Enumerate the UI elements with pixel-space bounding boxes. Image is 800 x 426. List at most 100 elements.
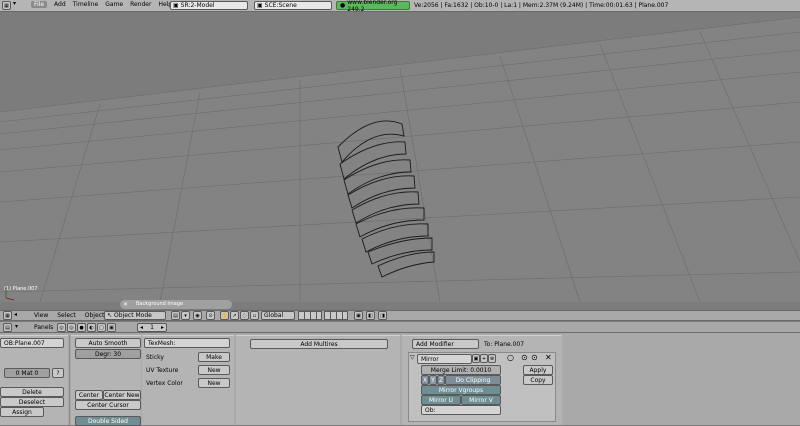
mirror-z-button[interactable]: Z bbox=[437, 375, 445, 385]
3d-viewport[interactable] bbox=[0, 12, 800, 309]
apply-button[interactable]: Apply bbox=[523, 365, 553, 375]
vertex-color-new-button[interactable]: New bbox=[198, 378, 230, 388]
modifier-editmode-icon[interactable]: ⊕ bbox=[488, 354, 496, 363]
window-type-icon[interactable]: ▦ bbox=[2, 1, 11, 10]
link-materials-panel: OB:Plane.007 0 Mat 0 ? Delete Deselect A… bbox=[0, 335, 68, 425]
layer-buttons[interactable] bbox=[298, 311, 348, 320]
modifier-move-up-icon[interactable]: ⊙ bbox=[521, 353, 528, 362]
center-new-button[interactable]: Center New bbox=[103, 390, 141, 400]
deselect-button[interactable]: Deselect bbox=[0, 397, 64, 407]
mirror-y-button[interactable]: Y bbox=[429, 375, 437, 385]
object-name-field[interactable]: OB:Plane.007 bbox=[0, 338, 64, 348]
editor-type-icon[interactable]: ▦ bbox=[3, 311, 12, 320]
menu-select[interactable]: Select bbox=[57, 312, 76, 319]
scene-icon[interactable]: ▣ bbox=[107, 323, 116, 332]
auto-smooth-button[interactable]: Auto Smooth bbox=[75, 338, 141, 348]
render-preview-icon[interactable]: ◧ bbox=[366, 311, 375, 320]
buttons-editor-icon[interactable]: ▤ bbox=[3, 323, 12, 332]
render-icon[interactable]: ◨ bbox=[378, 311, 387, 320]
center-button[interactable]: Center bbox=[75, 390, 103, 400]
add-modifier-button[interactable]: Add Modifier bbox=[412, 339, 479, 349]
info-menu-bar: File Add Timeline Game Render Help bbox=[31, 1, 172, 8]
modifier-expand-icon[interactable]: ▽ bbox=[410, 354, 415, 361]
uv-texture-new-button[interactable]: New bbox=[198, 365, 230, 375]
frame-next-icon[interactable]: ▸ bbox=[161, 324, 164, 331]
modifiers-panel: Add Modifier To: Plane.007 ▽ Mirror ▣ + … bbox=[402, 335, 562, 425]
close-icon[interactable]: ✕ bbox=[123, 300, 128, 309]
context-buttons[interactable]: ◎ ◎ ● ◐ ▢ ▣ bbox=[57, 323, 116, 332]
delete-button[interactable]: Delete bbox=[0, 387, 64, 397]
rotate-icon[interactable]: ◌ bbox=[240, 311, 249, 320]
3d-view-menus: View Select Object bbox=[34, 312, 104, 319]
lock-icon[interactable]: ▣ bbox=[354, 311, 363, 320]
copy-button[interactable]: Copy bbox=[523, 375, 553, 385]
pivot-icon[interactable]: ◉ bbox=[193, 311, 202, 320]
buttons-header: ▤ ▾ Panels ◎ ◎ ● ◐ ▢ ▣ ◂ 1 ▸ bbox=[0, 322, 800, 333]
frame-field[interactable]: ◂ 1 ▸ bbox=[137, 323, 167, 332]
screen-selector[interactable]: ▣ SR:2-Model bbox=[170, 1, 248, 10]
mirror-u-button[interactable]: Mirror U bbox=[421, 395, 461, 405]
mode-icon: ↖ bbox=[107, 312, 113, 319]
menu-add[interactable]: Add bbox=[54, 1, 66, 8]
add-multires-button[interactable]: Add Multires bbox=[250, 339, 388, 349]
merge-limit-field[interactable]: Merge Limit: 0.0010 bbox=[421, 365, 501, 375]
mode-label: Object Mode bbox=[114, 312, 152, 319]
material-index-field[interactable]: 0 Mat 0 bbox=[4, 368, 50, 378]
translate-icon[interactable]: ↗ bbox=[230, 311, 239, 320]
manipulator-hand-icon[interactable]: ✋ bbox=[220, 311, 229, 320]
menu-view[interactable]: View bbox=[34, 312, 48, 319]
layer-grid-left[interactable] bbox=[298, 311, 322, 320]
draw-type-arrow-icon[interactable]: ▾ bbox=[181, 311, 190, 320]
scene-icon: ▣ bbox=[257, 2, 263, 9]
scale-icon[interactable]: ▫ bbox=[250, 311, 259, 320]
shading-icon[interactable]: ● bbox=[77, 323, 86, 332]
menu-timeline[interactable]: Timeline bbox=[73, 1, 99, 8]
blender-url[interactable]: ● www.blender.org 249.2 bbox=[336, 0, 410, 13]
modifier-name-field[interactable]: Mirror bbox=[417, 354, 472, 364]
mirror-x-button[interactable]: X bbox=[421, 375, 429, 385]
orientation-label: Global bbox=[264, 312, 284, 319]
mode-selector[interactable]: ↖ Object Mode bbox=[104, 311, 166, 320]
mirror-object-field[interactable]: Ob: bbox=[421, 405, 501, 415]
draw-type-icon[interactable]: ▤ bbox=[171, 311, 180, 320]
modifier-move-down-icon[interactable]: ⊙ bbox=[531, 353, 538, 362]
modifier-delete-icon[interactable]: ✕ bbox=[545, 353, 552, 362]
background-image-label: Background Image bbox=[136, 301, 184, 307]
degr-field[interactable]: Degr: 30 bbox=[75, 349, 141, 359]
scene-name: SCE:Scene bbox=[264, 2, 297, 9]
menu-game[interactable]: Game bbox=[105, 1, 123, 8]
modifier-cage-icon[interactable]: ○ bbox=[507, 353, 514, 362]
background-image-panel[interactable]: ✕ Background Image bbox=[120, 300, 232, 309]
center-cursor-button[interactable]: Center Cursor bbox=[75, 400, 141, 410]
snap-icon[interactable]: ⊙ bbox=[206, 311, 215, 320]
panels-label: Panels bbox=[34, 324, 54, 331]
do-clipping-button[interactable]: Do Clipping bbox=[445, 375, 501, 385]
object-icon[interactable]: ◐ bbox=[87, 323, 96, 332]
modifier-realtime-icon[interactable]: + bbox=[480, 354, 488, 363]
screen-name: SR:2-Model bbox=[180, 2, 215, 9]
menu-collapse-icon[interactable]: ▾ bbox=[13, 0, 16, 7]
script-icon[interactable]: ◎ bbox=[67, 323, 76, 332]
menu-file[interactable]: File bbox=[31, 1, 48, 8]
header-collapse-icon[interactable]: ◂ bbox=[14, 311, 17, 318]
menu-object[interactable]: Object bbox=[85, 312, 105, 319]
buttons-window: OB:Plane.007 0 Mat 0 ? Delete Deselect A… bbox=[0, 333, 800, 426]
editing-icon[interactable]: ▢ bbox=[97, 323, 106, 332]
modifier-target-label: To: Plane.007 bbox=[484, 341, 525, 348]
3d-view-header: ▦ ◂ View Select Object ↖ Object Mode ▤ ▾… bbox=[0, 310, 800, 321]
modifier-render-icon[interactable]: ▣ bbox=[472, 354, 480, 363]
texmesh-field[interactable]: TexMesh: bbox=[144, 338, 230, 348]
buttons-collapse-icon[interactable]: ▾ bbox=[15, 323, 18, 330]
mirror-vgroups-button[interactable]: Mirror Vgroups bbox=[421, 385, 501, 395]
orientation-selector[interactable]: Global bbox=[261, 311, 295, 320]
scene-selector[interactable]: ▣ SCE:Scene bbox=[254, 1, 332, 10]
mirror-v-button[interactable]: Mirror V bbox=[461, 395, 501, 405]
scene-stats: Ve:2056 | Fa:1632 | Ob:10-0 | La:1 | Mem… bbox=[414, 2, 669, 9]
sticky-make-button[interactable]: Make bbox=[198, 352, 230, 362]
assign-button[interactable]: Assign bbox=[0, 407, 44, 417]
menu-render[interactable]: Render bbox=[130, 1, 151, 8]
frame-prev-icon[interactable]: ◂ bbox=[140, 324, 143, 331]
logic-icon[interactable]: ◎ bbox=[57, 323, 66, 332]
layer-grid-right[interactable] bbox=[324, 311, 348, 320]
material-arrow-button[interactable]: ? bbox=[52, 368, 64, 378]
